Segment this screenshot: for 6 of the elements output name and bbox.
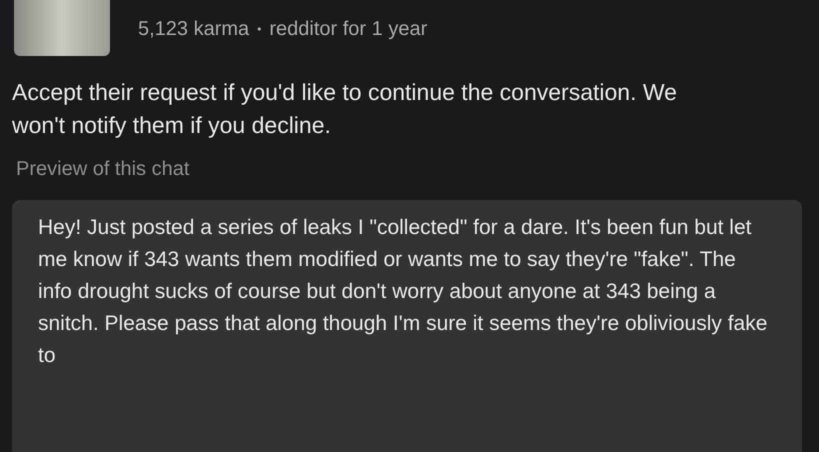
message-text: Hey! Just posted a series of leaks I "collected" for a dare. It's been fun but let me know if 343 wants them modified or wants me to say they're "fake". The info drought sucks of course but don't worry about anyone at 343 being a snitch. Please pass that along though I'm sure it seems they're obliviously fake to [38, 215, 768, 369]
account-age: redditor for 1 year [269, 17, 428, 42]
separator-dot: • [257, 21, 262, 38]
karma-count: 5,123 karma [138, 17, 250, 42]
preview-label: Preview of this chat [16, 157, 190, 182]
notice-text: Accept their request if you'd like to continue the conversation. We won't notify them if you decline. [12, 78, 678, 140]
